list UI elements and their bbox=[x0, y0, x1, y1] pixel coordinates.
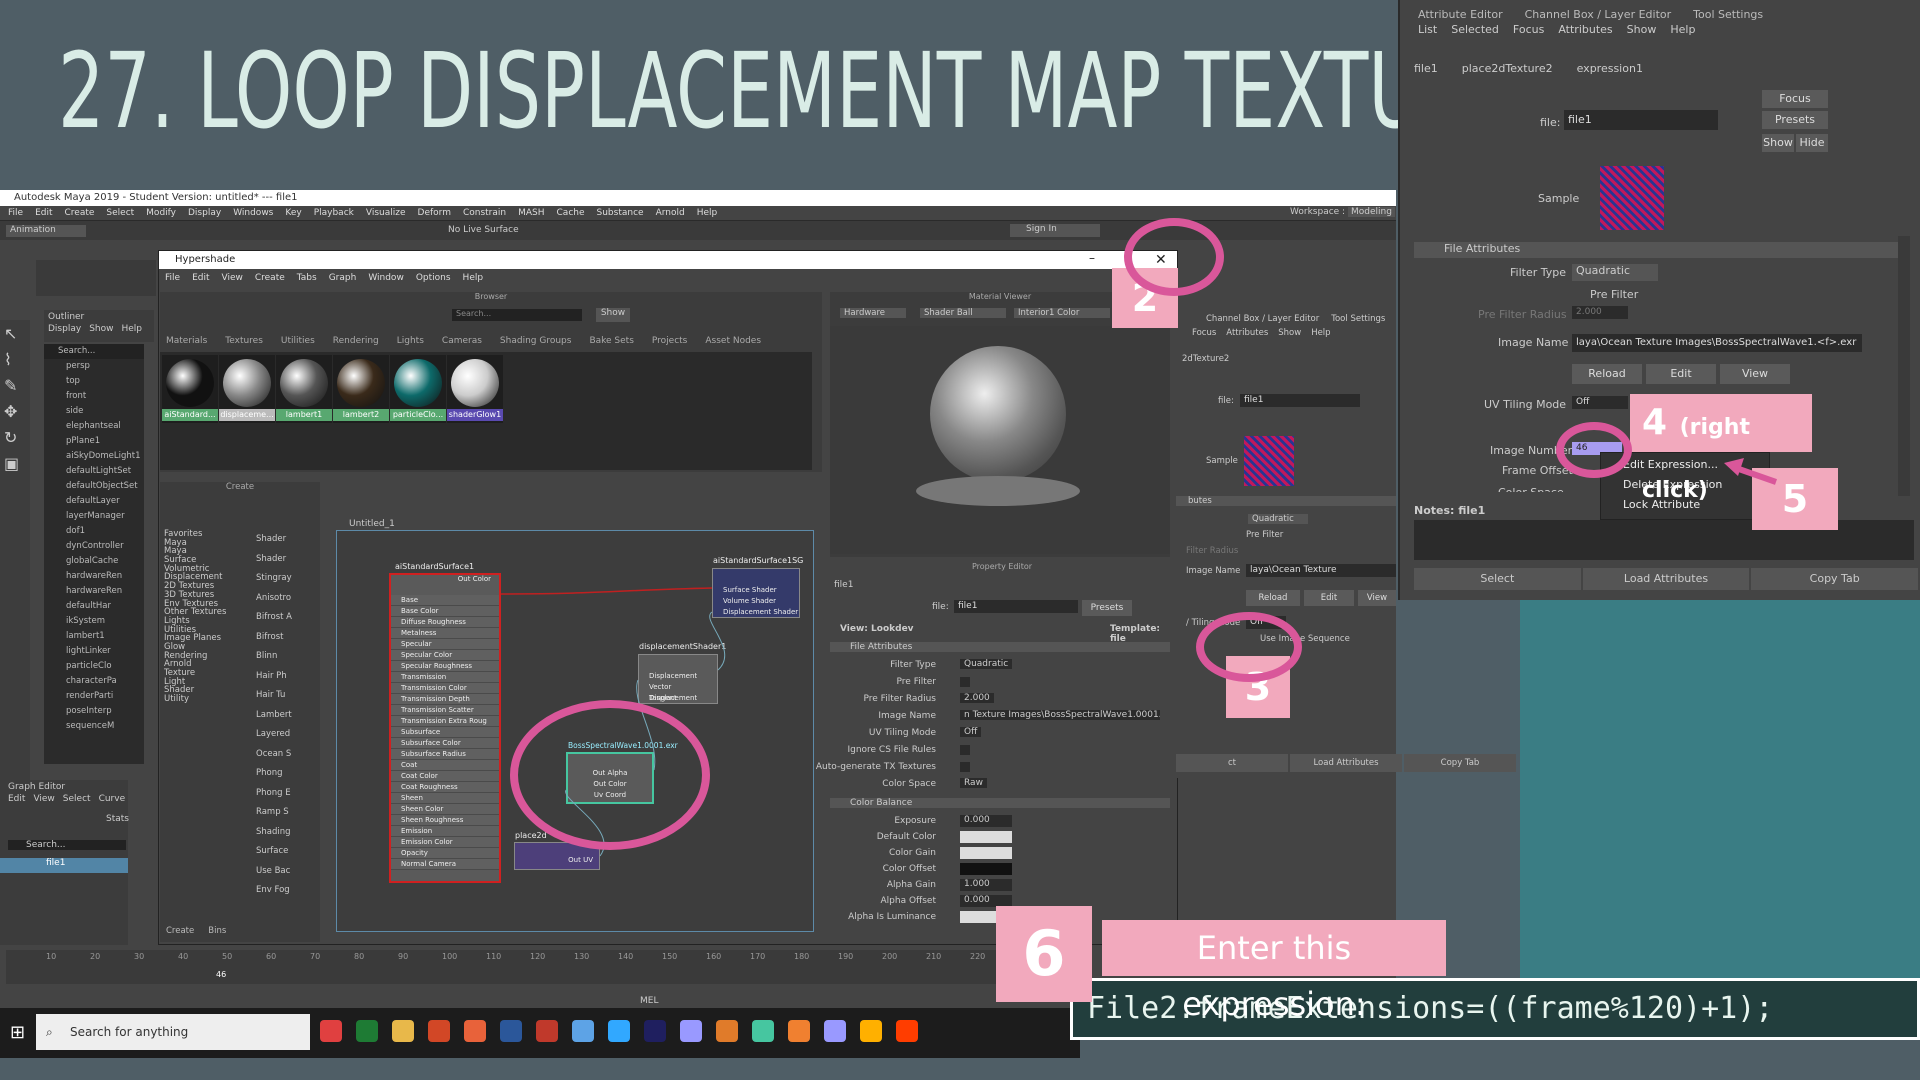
arrow-to-edit-expression bbox=[1724, 458, 1777, 485]
